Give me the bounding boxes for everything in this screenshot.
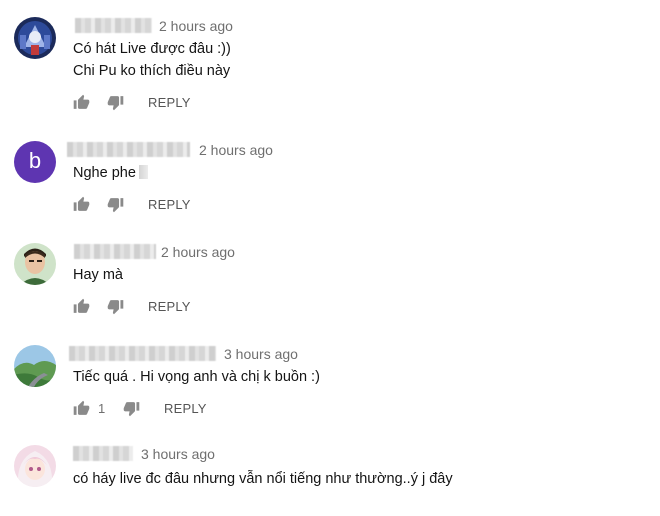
comment-timestamp[interactable]: 3 hours ago	[224, 345, 298, 363]
author-name-blurred[interactable]	[75, 18, 152, 33]
author-name-blurred[interactable]	[69, 346, 216, 361]
thumb-up-icon[interactable]	[73, 196, 91, 214]
comment-text-line: Tiếc quá . Hi vọng anh và chị k buồn :)	[73, 369, 320, 385]
reply-button[interactable]: REPLY	[148, 299, 191, 314]
author-name-blurred[interactable]	[67, 142, 190, 157]
avatar-letter: b	[28, 148, 42, 173]
author-name-blurred[interactable]	[74, 244, 156, 259]
comment-text-line: Hay mà	[73, 267, 123, 283]
comment-text-line: Chi Pu ko thích điều này	[73, 63, 231, 79]
landscape-avatar[interactable]	[14, 345, 56, 387]
letter-avatar[interactable]: b	[14, 141, 56, 183]
reply-button[interactable]: REPLY	[148, 197, 191, 212]
thumb-down-icon[interactable]	[107, 196, 125, 214]
author-name-blurred[interactable]	[73, 446, 133, 461]
robot-avatar[interactable]	[14, 17, 56, 59]
reply-button[interactable]: REPLY	[148, 95, 191, 110]
thumb-down-icon[interactable]	[123, 400, 141, 418]
comment-text-line: Có hát Live được đâu :))	[73, 41, 231, 57]
like-count: 1	[98, 401, 106, 416]
blurred-word	[138, 165, 148, 179]
anime-avatar[interactable]	[14, 445, 56, 487]
comment-text-line: Nghe phe	[73, 162, 148, 184]
comment-text-line: có háy live đc đâu nhưng vẫn nổi tiếng n…	[73, 471, 453, 487]
thumb-up-icon[interactable]	[73, 94, 91, 112]
comment-timestamp[interactable]: 2 hours ago	[199, 141, 273, 159]
thumb-up-icon[interactable]	[73, 298, 91, 316]
thumb-down-icon[interactable]	[107, 94, 125, 112]
comment-text: Nghe phe	[73, 165, 136, 181]
comment-timestamp[interactable]: 2 hours ago	[159, 17, 233, 35]
thumb-up-icon[interactable]	[73, 400, 91, 418]
comment-timestamp[interactable]: 2 hours ago	[161, 243, 235, 261]
reply-button[interactable]: REPLY	[164, 401, 207, 416]
comment-timestamp[interactable]: 3 hours ago	[141, 445, 215, 463]
thumb-down-icon[interactable]	[107, 298, 125, 316]
person-avatar[interactable]	[14, 243, 56, 285]
